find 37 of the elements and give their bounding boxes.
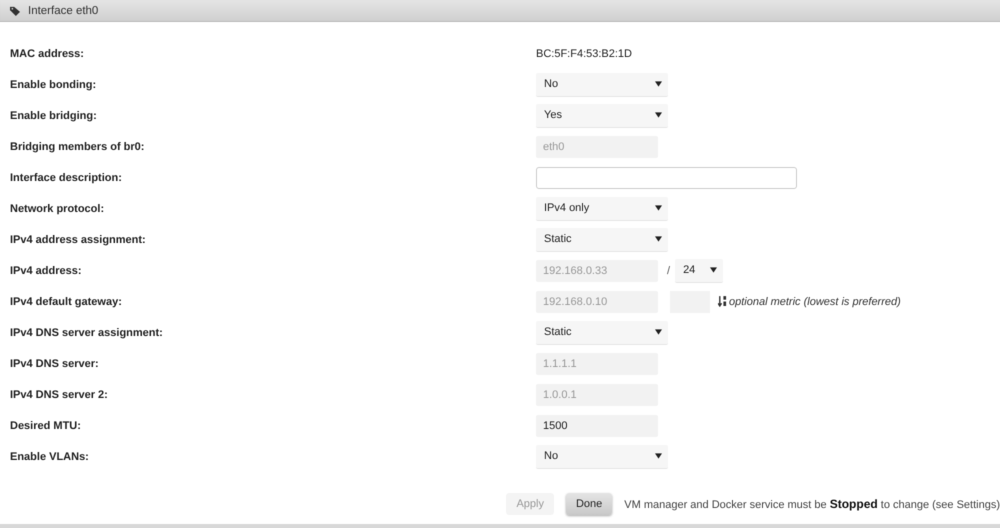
sort-icon: [718, 296, 727, 308]
field-label: IPv4 DNS server 2:: [9, 388, 109, 401]
caret-icon: [655, 81, 662, 88]
dropdown[interactable]: Static: [536, 320, 668, 345]
notice-text: VM manager and Docker service must be Stopped to change (see Settings): [624, 497, 1000, 512]
field-value: BC:5F:F4:53:B2:1D: [536, 48, 632, 60]
separator: /: [667, 264, 670, 277]
field-label: MAC address:: [9, 48, 85, 60]
dropdown[interactable]: No: [536, 72, 668, 97]
dropdown[interactable]: Yes: [536, 104, 668, 128]
dropdown[interactable]: No: [536, 444, 668, 469]
field-label: IPv4 address assignment:: [9, 234, 147, 246]
metric-hint: optional metric (lowest is preferred): [729, 296, 901, 308]
dropdown[interactable]: Static: [536, 228, 668, 252]
tag-icon: [10, 6, 20, 16]
field-label: IPv4 DNS server:: [9, 358, 100, 370]
caret-icon: [655, 329, 662, 336]
input-field[interactable]: [536, 166, 797, 189]
caret-icon: [655, 205, 662, 212]
field-label: Enable bridging:: [9, 110, 98, 122]
caret-icon: [655, 112, 662, 118]
panel-title: Interface eth0: [28, 4, 98, 17]
field-label: Enable VLANs:: [9, 450, 90, 463]
field-label: IPv4 DNS server assignment:: [9, 326, 164, 339]
action-button[interactable]: Done: [566, 493, 612, 516]
field-label: IPv4 address:: [9, 264, 83, 277]
field-label: Interface description:: [9, 172, 123, 184]
field-label: Enable bonding:: [9, 78, 98, 91]
dropdown[interactable]: IPv4 only: [536, 196, 668, 221]
caret-icon: [710, 267, 718, 274]
field-label: IPv4 default gateway:: [9, 296, 123, 308]
caret-icon: [655, 236, 662, 242]
field-label: Network protocol:: [9, 202, 106, 215]
input-field[interactable]: 1500: [536, 414, 658, 437]
field-label: Desired MTU:: [9, 420, 82, 432]
caret-icon: [655, 453, 662, 460]
field-label: Bridging members of br0:: [9, 140, 146, 153]
